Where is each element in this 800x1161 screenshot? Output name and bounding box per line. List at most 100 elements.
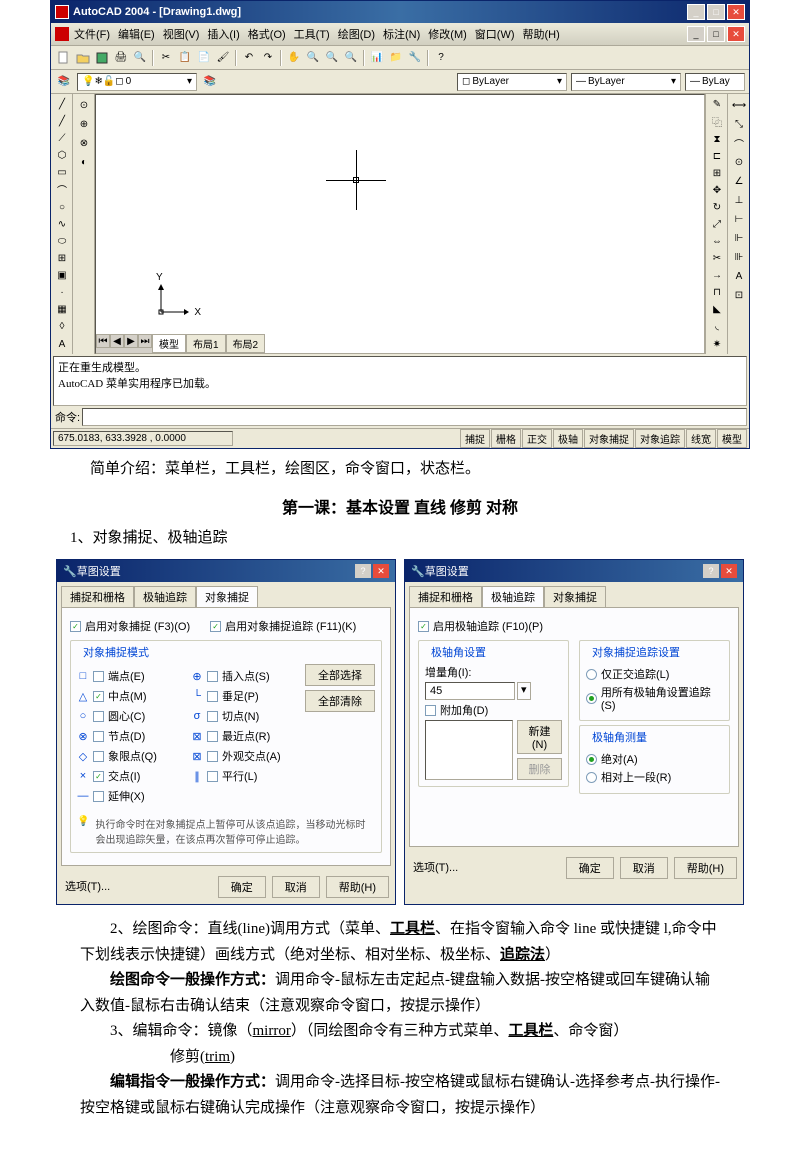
radio[interactable] — [586, 754, 597, 765]
grid-toggle[interactable]: 栅格 — [491, 429, 521, 448]
menu-view[interactable]: 视图(V) — [160, 25, 203, 43]
insert-icon[interactable]: ⊞ — [53, 251, 71, 267]
tab-prev-icon[interactable]: ◀ — [110, 334, 124, 348]
extend-icon[interactable]: → — [708, 268, 726, 284]
menu-edit[interactable]: 编辑(E) — [115, 25, 158, 43]
menu-window[interactable]: 窗口(W) — [472, 25, 518, 43]
menu-modify[interactable]: 修改(M) — [425, 25, 470, 43]
drawing-area[interactable]: X Y ⏮ ◀ ▶ ⏭ 模型 布局1 布局2 — [95, 94, 705, 354]
chamfer-icon[interactable]: ◣ — [708, 302, 726, 318]
point-icon[interactable]: · — [53, 285, 71, 301]
menu-file[interactable]: 文件(F) — [71, 25, 113, 43]
checkbox[interactable] — [207, 771, 218, 782]
tab-first-icon[interactable]: ⏮ — [96, 334, 110, 348]
cancel-button[interactable]: 取消 — [272, 876, 320, 898]
open-icon[interactable] — [74, 49, 92, 67]
help-button[interactable]: 帮助(H) — [674, 857, 737, 879]
new-icon[interactable] — [55, 49, 73, 67]
break-icon[interactable]: ⊓ — [708, 285, 726, 301]
checkbox[interactable]: ✓ — [210, 621, 221, 632]
pan-icon[interactable]: ✋ — [285, 49, 303, 67]
redo-icon[interactable]: ↷ — [259, 49, 277, 67]
menu-format[interactable]: 格式(O) — [245, 25, 289, 43]
cancel-button[interactable]: 取消 — [620, 857, 668, 879]
d10-icon[interactable]: A — [730, 267, 748, 285]
t4-icon[interactable]: ◐ — [75, 153, 93, 171]
radio[interactable] — [586, 693, 597, 704]
block-icon[interactable]: ▣ — [53, 268, 71, 284]
model-toggle[interactable]: 模型 — [717, 429, 747, 448]
circle-icon[interactable]: ○ — [53, 199, 71, 215]
ortho-toggle[interactable]: 正交 — [522, 429, 552, 448]
cut-icon[interactable]: ✂ — [157, 49, 175, 67]
select-all-button[interactable]: 全部选择 — [305, 664, 375, 686]
close-button[interactable]: ✕ — [727, 4, 745, 20]
clear-all-button[interactable]: 全部清除 — [305, 690, 375, 712]
tab-last-icon[interactable]: ⏭ — [138, 334, 152, 348]
scale-icon[interactable]: ⤢ — [708, 216, 726, 232]
snap-toggle[interactable]: 捕捉 — [460, 429, 490, 448]
color-dropdown[interactable]: ◻ByLayer▾ — [457, 73, 567, 91]
text-icon[interactable]: A — [53, 336, 71, 352]
help-button[interactable]: ? — [355, 564, 371, 578]
doc-minimize-button[interactable]: _ — [687, 26, 705, 42]
checkbox[interactable] — [207, 711, 218, 722]
checkbox[interactable] — [93, 731, 104, 742]
checkbox[interactable] — [93, 711, 104, 722]
layer-dropdown[interactable]: 💡❄🔓◻0▾ — [77, 73, 197, 91]
rotate-icon[interactable]: ↻ — [708, 199, 726, 215]
ok-button[interactable]: 确定 — [566, 857, 614, 879]
options-link[interactable]: 选项(T)... — [411, 857, 460, 879]
tab-osnap[interactable]: 对象捕捉 — [196, 586, 258, 607]
erase-icon[interactable]: ✎ — [708, 96, 726, 112]
checkbox[interactable] — [207, 731, 218, 742]
d5-icon[interactable]: ∠ — [730, 172, 748, 190]
help-button[interactable]: 帮助(H) — [326, 876, 389, 898]
tab-polar[interactable]: 极轴追踪 — [134, 586, 196, 607]
linetype-dropdown[interactable]: —ByLayer▾ — [571, 73, 681, 91]
tab-layout1[interactable]: 布局1 — [186, 334, 226, 353]
lwt-toggle[interactable]: 线宽 — [686, 429, 716, 448]
move-icon[interactable]: ✥ — [708, 182, 726, 198]
region-icon[interactable]: ◊ — [53, 319, 71, 335]
minimize-button[interactable]: _ — [687, 4, 705, 20]
tab-osnap[interactable]: 对象捕捉 — [544, 586, 606, 607]
print-icon[interactable]: 🖨 — [112, 49, 130, 67]
d2-icon[interactable]: ⤡ — [730, 115, 748, 133]
arc-icon[interactable]: ⌒ — [53, 181, 71, 198]
match-icon[interactable]: 🖌 — [214, 49, 232, 67]
layer-mgr-icon[interactable]: 📚 — [55, 73, 73, 91]
d3-icon[interactable]: ⌒ — [730, 134, 748, 152]
tab-snap-grid[interactable]: 捕捉和栅格 — [409, 586, 482, 607]
menu-draw[interactable]: 绘图(D) — [335, 25, 378, 43]
t2-icon[interactable]: ⊕ — [75, 115, 93, 133]
radio[interactable] — [586, 669, 597, 680]
ellipse-icon[interactable]: ⬭ — [53, 234, 71, 250]
angle-listbox[interactable] — [425, 720, 513, 780]
zoom-win-icon[interactable]: 🔍 — [323, 49, 341, 67]
close-button[interactable]: ✕ — [373, 564, 389, 578]
tab-snap-grid[interactable]: 捕捉和栅格 — [61, 586, 134, 607]
d6-icon[interactable]: ⊥ — [730, 191, 748, 209]
polygon-icon[interactable]: ⬡ — [53, 147, 71, 163]
line-icon[interactable]: ╱ — [53, 96, 71, 112]
spline-icon[interactable]: ∿ — [53, 216, 71, 232]
d4-icon[interactable]: ⊙ — [730, 153, 748, 171]
d7-icon[interactable]: ⊢ — [730, 210, 748, 228]
hatch-icon[interactable]: ▦ — [53, 302, 71, 318]
checkbox[interactable] — [207, 691, 218, 702]
checkbox[interactable]: ✓ — [93, 771, 104, 782]
trim-icon[interactable]: ✂ — [708, 251, 726, 267]
otrack-toggle[interactable]: 对象追踪 — [635, 429, 685, 448]
polar-toggle[interactable]: 极轴 — [553, 429, 583, 448]
checkbox[interactable] — [93, 791, 104, 802]
lineweight-dropdown[interactable]: —ByLay — [685, 73, 745, 91]
increment-input[interactable] — [425, 682, 515, 700]
checkbox[interactable] — [93, 671, 104, 682]
new-button[interactable]: 新建(N) — [517, 720, 562, 754]
menu-insert[interactable]: 插入(I) — [204, 25, 242, 43]
d11-icon[interactable]: ⊡ — [730, 286, 748, 304]
undo-icon[interactable]: ↶ — [240, 49, 258, 67]
checkbox[interactable] — [207, 751, 218, 762]
maximize-button[interactable]: □ — [707, 4, 725, 20]
